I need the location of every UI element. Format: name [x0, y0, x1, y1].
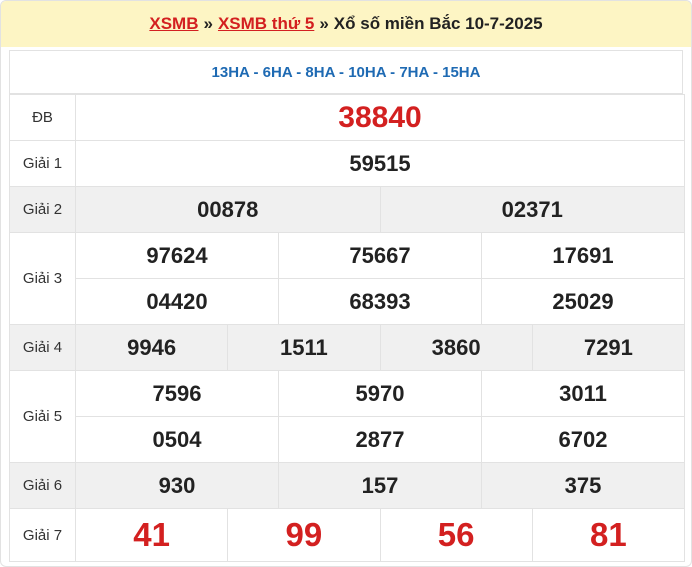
prize-number: 02371 — [501, 196, 563, 222]
prize-number: 5970 — [355, 380, 405, 406]
prize-row-g2: Giải 2 00878 02371 — [9, 186, 685, 233]
prize-cell: 9946 — [74, 324, 229, 371]
prize-cell: 97624 — [75, 232, 279, 279]
prize-cell: 00878 — [75, 186, 381, 233]
prize-cell: 59515 — [75, 140, 685, 187]
prize-cell: 1511 — [227, 324, 381, 371]
prize-label: Giải 4 — [9, 324, 76, 371]
prize-cell: 38840 — [75, 94, 685, 141]
prize-cell: 17691 — [481, 232, 685, 279]
prize-cell: 7291 — [531, 324, 686, 371]
prize-number-g7: 56 — [437, 516, 475, 553]
results-frame: XSMB » XSMB thứ 5 » Xổ số miền Bắc 10-7-… — [0, 0, 692, 567]
prize-cell: 56 — [379, 508, 533, 562]
prize-number-g7: 99 — [285, 516, 323, 553]
prize-label: Giải 6 — [9, 462, 76, 509]
prize-row-g6: Giải 6 930 157 375 — [9, 462, 685, 509]
prize-cell: 157 — [278, 462, 482, 509]
prize-number: 157 — [361, 472, 399, 498]
prize-cell: 3860 — [379, 324, 533, 371]
prize-number: 97624 — [146, 242, 208, 268]
prize-number-g7: 41 — [133, 516, 170, 553]
prize-cell: 68393 — [278, 278, 482, 325]
prize-number: 7596 — [152, 380, 202, 406]
prize-cell: 2877 — [278, 416, 482, 463]
prize-number: 0504 — [152, 426, 202, 452]
prize-cell: 5970 — [278, 370, 482, 417]
prize-cell: 0504 — [75, 416, 279, 463]
xsmb-link[interactable]: XSMB — [149, 14, 198, 34]
prize-number: 2877 — [355, 426, 405, 452]
prize-cell: 7596 — [75, 370, 279, 417]
prize-cell: 41 — [74, 508, 229, 562]
results-table: ĐB 38840 Giải 1 59515 Giải 2 00878 02371… — [9, 94, 686, 562]
prize-cell: 75667 — [278, 232, 482, 279]
prize-number: 1511 — [280, 334, 328, 360]
prize-cell: 375 — [481, 462, 685, 509]
prize-cell: 6702 — [481, 416, 685, 463]
prize-number: 3011 — [559, 380, 607, 406]
breadcrumb-separator: » — [203, 14, 213, 33]
prize-cell: 99 — [227, 508, 381, 562]
prize-row-g4: Giải 4 9946 1511 3860 7291 — [9, 324, 686, 371]
prize-row-db: ĐB 38840 — [9, 94, 685, 141]
prize-number-db: 38840 — [338, 100, 422, 134]
prize-number: 25029 — [552, 288, 614, 314]
prize-cell: 3011 — [481, 370, 685, 417]
prize-number: 75667 — [349, 242, 411, 268]
lottery-codes: 13HA - 6HA - 8HA - 10HA - 7HA - 15HA — [9, 50, 683, 94]
prize-number: 930 — [158, 472, 196, 498]
prize-row-g3: Giải 3 97624 75667 17691 — [9, 232, 685, 325]
prize-number: 04420 — [146, 288, 208, 314]
prize-number: 59515 — [349, 150, 411, 176]
prize-label: Giải 5 — [9, 370, 76, 463]
prize-number: 9946 — [127, 334, 177, 360]
prize-cell: 25029 — [481, 278, 685, 325]
xsmb-thu-5-link[interactable]: XSMB thứ 5 — [218, 14, 314, 34]
prize-label: Giải 7 — [9, 508, 76, 562]
prize-label: ĐB — [9, 94, 76, 141]
prize-cell: 02371 — [379, 186, 685, 233]
prize-number: 68393 — [349, 288, 411, 314]
prize-number: 3860 — [431, 334, 481, 360]
prize-label: Giải 3 — [9, 232, 76, 325]
prize-number: 17691 — [552, 242, 614, 268]
prize-cell: 81 — [531, 508, 686, 562]
prize-number: 375 — [564, 472, 602, 498]
prize-label: Giải 1 — [9, 140, 76, 187]
prize-cell: 930 — [75, 462, 279, 509]
prize-row-g5: Giải 5 7596 5970 3011 — [9, 370, 685, 463]
prize-cell: 04420 — [75, 278, 279, 325]
breadcrumb-separator: » — [319, 14, 329, 33]
prize-row-g3-second: 04420 68393 25029 — [10, 278, 685, 325]
prize-number-g7: 81 — [590, 516, 627, 553]
page-header: XSMB » XSMB thứ 5 » Xổ số miền Bắc 10-7-… — [1, 1, 691, 47]
page-title: Xổ số miền Bắc 10-7-2025 — [333, 14, 543, 33]
prize-number: 00878 — [197, 196, 259, 222]
prize-number: 7291 — [583, 334, 633, 360]
prize-row-g7: Giải 7 41 99 56 81 — [9, 508, 686, 562]
prize-number: 6702 — [558, 426, 608, 452]
prize-label: Giải 2 — [9, 186, 76, 233]
prize-row-g1: Giải 1 59515 — [9, 140, 685, 187]
prize-row-g5-second: 0504 2877 6702 — [10, 416, 685, 463]
